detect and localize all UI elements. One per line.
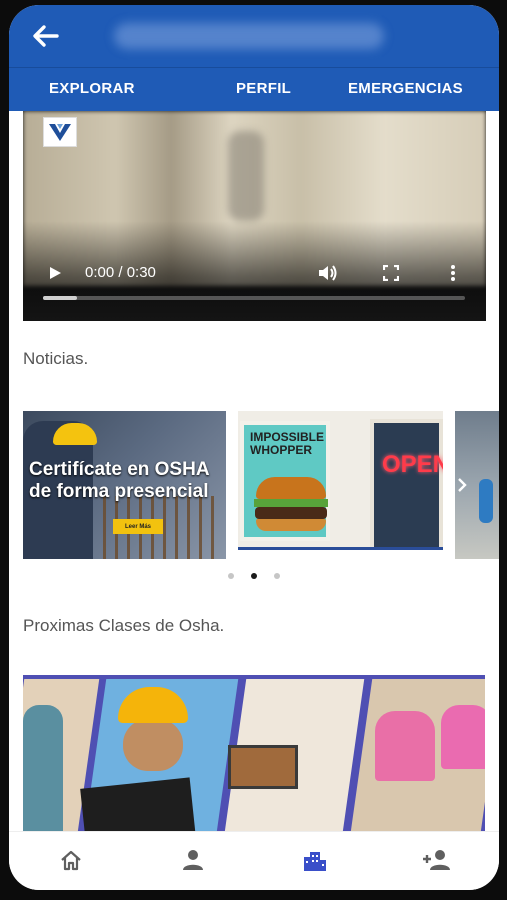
arrow-left-icon: [33, 25, 59, 47]
app-bar: [9, 5, 499, 67]
burger-lettuce: [254, 499, 328, 507]
helmet-shape: [53, 423, 97, 445]
person-icon: [183, 850, 203, 870]
phone-screen: EXPLORAR PERFIL EMERGENCIAS 0:00 / 0:30: [9, 5, 499, 890]
headline-line-1: Certifícate en OSHA: [29, 459, 210, 480]
nav-profile[interactable]: [178, 847, 208, 873]
news-section-title: Noticias.: [23, 349, 89, 368]
tab-emergencias[interactable]: EMERGENCIAS: [348, 80, 463, 97]
banner-worker-face: [123, 719, 183, 771]
app-title-blurred: [114, 23, 384, 49]
video-player[interactable]: 0:00 / 0:30: [23, 111, 486, 321]
store-window: OPEN: [370, 419, 443, 551]
bottom-navigation: [9, 831, 499, 890]
news-slide-osha[interactable]: Certifícate en OSHA de forma presencial …: [23, 411, 226, 559]
home-icon: [61, 850, 81, 871]
banner-student-boy: [441, 705, 485, 769]
poster-title: IMPOSSIBLE WHOPPER: [250, 430, 325, 457]
logo-v-icon: [49, 124, 71, 141]
slide-headline: Certifícate en OSHA de forma presencial: [29, 459, 226, 503]
news-slide-street[interactable]: [455, 411, 499, 559]
banner-student-girl: [375, 711, 435, 781]
classes-section-title: Proximas Clases de Osha.: [23, 616, 225, 635]
video-figure: [228, 131, 264, 221]
read-more-button[interactable]: Leer Más: [113, 519, 163, 534]
pedestrian-figure: [479, 479, 493, 523]
person-add-icon: [423, 850, 450, 870]
video-progress-bar[interactable]: [43, 296, 465, 300]
open-sign: OPEN: [382, 451, 443, 478]
video-time: 0:00 / 0:30: [85, 264, 156, 281]
news-slide-whopper[interactable]: IMPOSSIBLE WHOPPER OPEN: [238, 411, 443, 559]
burger-patty: [255, 507, 327, 519]
news-carousel[interactable]: Certifícate en OSHA de forma presencial …: [23, 411, 499, 559]
carousel-dots: [9, 571, 499, 581]
tab-explorar[interactable]: EXPLORAR: [49, 80, 135, 97]
nav-city[interactable]: [300, 847, 330, 873]
chevron-right-icon[interactable]: [457, 477, 467, 493]
fullscreen-icon[interactable]: [383, 265, 399, 281]
nav-home[interactable]: [56, 847, 86, 873]
whopper-poster: IMPOSSIBLE WHOPPER: [240, 421, 330, 541]
volume-icon[interactable]: [317, 263, 339, 283]
video-controls: 0:00 / 0:30: [23, 259, 486, 289]
banner-kid: [23, 705, 63, 831]
main-content: 0:00 / 0:30 Noticias. Certifícate en OSH…: [9, 111, 499, 831]
more-vert-icon[interactable]: [450, 264, 456, 282]
carousel-dot-1[interactable]: [228, 573, 234, 579]
channel-logo: [43, 117, 77, 147]
burger-bun-top: [256, 477, 326, 499]
carousel-dot-3[interactable]: [274, 573, 280, 579]
tab-bar: EXPLORAR PERFIL EMERGENCIAS: [9, 67, 499, 111]
burger-bun-bottom: [256, 519, 326, 531]
window-sill: [238, 547, 443, 559]
banner-laptop: [228, 745, 298, 789]
osha-classes-banner[interactable]: [23, 675, 485, 831]
play-icon[interactable]: [47, 265, 63, 281]
city-icon: [304, 852, 326, 871]
carousel-dot-2[interactable]: [251, 573, 257, 579]
video-progress-fill: [43, 296, 77, 300]
tab-perfil[interactable]: PERFIL: [236, 80, 291, 97]
back-button[interactable]: [27, 19, 63, 53]
nav-add-person[interactable]: [422, 847, 452, 873]
headline-line-2: de forma presencial: [29, 481, 209, 502]
